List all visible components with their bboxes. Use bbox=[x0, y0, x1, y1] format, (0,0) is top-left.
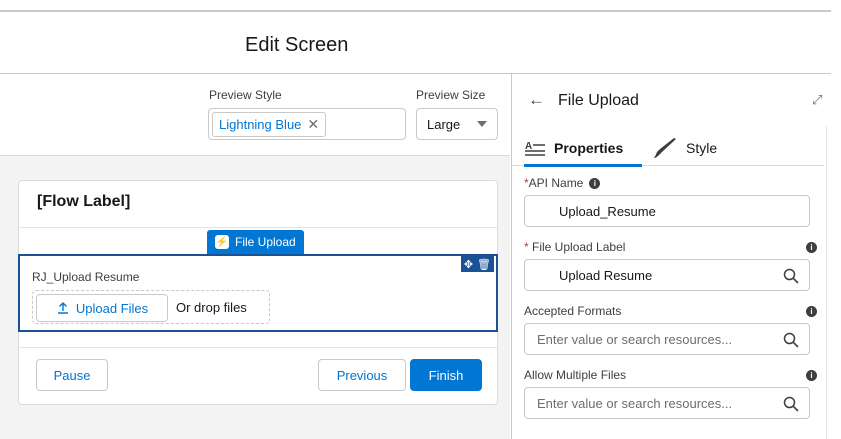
preview-toolbar: Preview Style Lightning Blue ✕ Preview S… bbox=[0, 74, 510, 156]
preview-area: Preview Style Lightning Blue ✕ Preview S… bbox=[0, 74, 510, 439]
allow-multiple-files-label: Allow Multiple Files i bbox=[524, 368, 822, 382]
pause-button[interactable]: Pause bbox=[36, 359, 108, 391]
panel-header: ← File Upload ⤢ bbox=[512, 74, 841, 126]
info-icon[interactable]: i bbox=[806, 305, 817, 317]
properties-icon: A bbox=[525, 141, 545, 156]
api-name-label: *API Name i bbox=[524, 176, 601, 190]
panel-tabs: A Properties Style bbox=[512, 126, 824, 167]
preview-size-value: Large bbox=[427, 116, 461, 132]
info-icon[interactable]: i bbox=[806, 241, 817, 253]
component-label: RJ_Upload Resume bbox=[32, 270, 140, 284]
footer-divider bbox=[19, 347, 497, 348]
preview-style-value: Lightning Blue bbox=[219, 117, 302, 132]
upload-icon bbox=[57, 302, 68, 314]
drop-files-text: Or drop files bbox=[176, 300, 247, 315]
card-divider bbox=[19, 227, 497, 228]
allow-multiple-files-placeholder: Enter value or search resources... bbox=[537, 395, 733, 411]
selected-component[interactable]: ✥ 🗑 RJ_Upload Resume Upload Files Or dro… bbox=[18, 254, 498, 332]
move-icon[interactable]: ✥ bbox=[464, 258, 473, 271]
file-drop-zone[interactable]: Upload Files Or drop files bbox=[32, 290, 270, 324]
preview-style-label: Preview Style bbox=[209, 88, 282, 102]
preview-style-combobox[interactable]: Lightning Blue ✕ bbox=[208, 108, 406, 140]
remove-pill-icon[interactable]: ✕ bbox=[307, 116, 319, 133]
preview-style-pill[interactable]: Lightning Blue ✕ bbox=[212, 112, 327, 137]
preview-size-select[interactable]: Large bbox=[416, 108, 498, 140]
tab-properties[interactable]: A Properties bbox=[524, 134, 623, 162]
back-arrow-icon[interactable]: ← bbox=[528, 90, 545, 110]
delete-icon[interactable]: 🗑 bbox=[477, 258, 491, 271]
component-actions: ✥ 🗑 bbox=[460, 256, 494, 272]
accepted-formats-label: Accepted Formats i bbox=[524, 304, 822, 318]
component-tag: ⚡ File Upload bbox=[207, 230, 304, 254]
file-upload-label-text: File Upload Label bbox=[532, 240, 626, 254]
upload-files-button[interactable]: Upload Files bbox=[36, 294, 168, 322]
component-tag-label: File Upload bbox=[235, 235, 296, 249]
panel-scrollbar[interactable] bbox=[826, 126, 834, 439]
screen-card: [Flow Label] ⚡ File Upload ✥ 🗑 RJ_Upload… bbox=[18, 180, 498, 405]
tab-style[interactable]: Style bbox=[652, 134, 717, 162]
tab-properties-label: Properties bbox=[554, 140, 624, 156]
finish-button[interactable]: Finish bbox=[410, 359, 482, 391]
properties-panel: ← File Upload ⤢ A Properties Style *API … bbox=[511, 74, 841, 439]
flow-label: [Flow Label] bbox=[37, 193, 131, 210]
file-upload-icon: ⚡ bbox=[215, 235, 229, 249]
api-name-label-text: API Name bbox=[528, 176, 584, 190]
accepted-formats-placeholder: Enter value or search resources... bbox=[537, 331, 733, 347]
expand-icon[interactable]: ⤢ bbox=[812, 92, 822, 108]
accepted-formats-input[interactable]: Enter value or search resources... bbox=[524, 323, 810, 355]
modal-header: Edit Screen bbox=[0, 12, 831, 74]
allow-multiple-files-label-text: Allow Multiple Files bbox=[524, 368, 627, 382]
info-icon[interactable]: i bbox=[806, 369, 817, 381]
api-name-input[interactable]: Upload_Resume bbox=[524, 195, 810, 227]
allow-multiple-files-input[interactable]: Enter value or search resources... bbox=[524, 387, 810, 419]
page-title: Edit Screen bbox=[245, 34, 349, 56]
file-upload-label-value: Upload Resume bbox=[559, 267, 653, 283]
upload-files-label: Upload Files bbox=[75, 300, 149, 316]
search-icon[interactable] bbox=[783, 396, 799, 412]
search-icon[interactable] bbox=[783, 268, 799, 284]
required-marker: * bbox=[524, 240, 529, 254]
active-tab-indicator bbox=[524, 164, 642, 167]
panel-title: File Upload bbox=[558, 92, 639, 109]
preview-size-label: Preview Size bbox=[416, 88, 486, 102]
previous-button[interactable]: Previous bbox=[318, 359, 406, 391]
search-icon[interactable] bbox=[783, 332, 799, 348]
brush-icon bbox=[654, 138, 676, 158]
file-upload-label-input[interactable]: Upload Resume bbox=[524, 259, 810, 291]
tab-style-label: Style bbox=[686, 140, 718, 156]
info-icon[interactable]: i bbox=[589, 177, 601, 189]
file-upload-label-label: * File Upload Label i bbox=[524, 240, 822, 254]
accepted-formats-label-text: Accepted Formats bbox=[524, 304, 622, 318]
screen-canvas: [Flow Label] ⚡ File Upload ✥ 🗑 RJ_Upload… bbox=[0, 156, 510, 439]
chevron-down-icon bbox=[477, 121, 487, 127]
